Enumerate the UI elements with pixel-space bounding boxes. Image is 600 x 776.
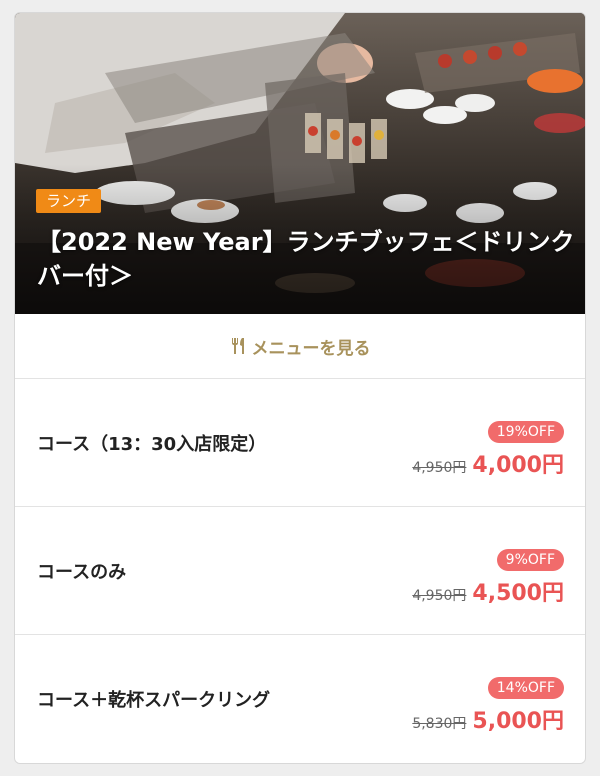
- plan-card: ランチ 【2022 New Year】ランチブッフェ＜ドリンクバー付＞ メニュー…: [14, 12, 586, 764]
- price-group: 4,950円 4,500円: [412, 575, 564, 607]
- price-group: 5,830円 5,000円: [412, 703, 564, 735]
- plan-title[interactable]: 【2022 New Year】ランチブッフェ＜ドリンクバー付＞: [37, 225, 577, 293]
- course-name: コースのみ: [37, 562, 127, 583]
- price-group: 4,950円 4,000円: [412, 447, 564, 479]
- course-name: コース（13：30入店限定）: [37, 434, 267, 455]
- view-menu-button[interactable]: メニューを見る: [15, 314, 585, 379]
- fork-knife-icon: [231, 338, 244, 354]
- discount-badge: 19%OFF: [487, 421, 564, 443]
- course-name: コース＋乾杯スパークリング: [37, 690, 271, 711]
- discount-badge: 9%OFF: [496, 549, 564, 571]
- course-row[interactable]: コース（13：30入店限定） 19%OFF 4,950円 4,000円: [15, 379, 585, 507]
- discount-badge: 14%OFF: [487, 677, 564, 699]
- hero-image[interactable]: ランチ 【2022 New Year】ランチブッフェ＜ドリンクバー付＞: [15, 13, 585, 314]
- original-price: 5,830円: [412, 716, 467, 732]
- sale-price: 5,000円: [472, 709, 564, 734]
- category-tag: ランチ: [36, 189, 102, 213]
- sale-price: 4,000円: [472, 453, 564, 478]
- course-row[interactable]: コースのみ 9%OFF 4,950円 4,500円: [15, 507, 585, 635]
- course-row[interactable]: コース＋乾杯スパークリング 14%OFF 5,830円 5,000円: [15, 635, 585, 763]
- original-price: 4,950円: [412, 588, 467, 604]
- original-price: 4,950円: [412, 460, 467, 476]
- view-menu-label: メニューを見る: [251, 338, 371, 359]
- sale-price: 4,500円: [472, 581, 564, 606]
